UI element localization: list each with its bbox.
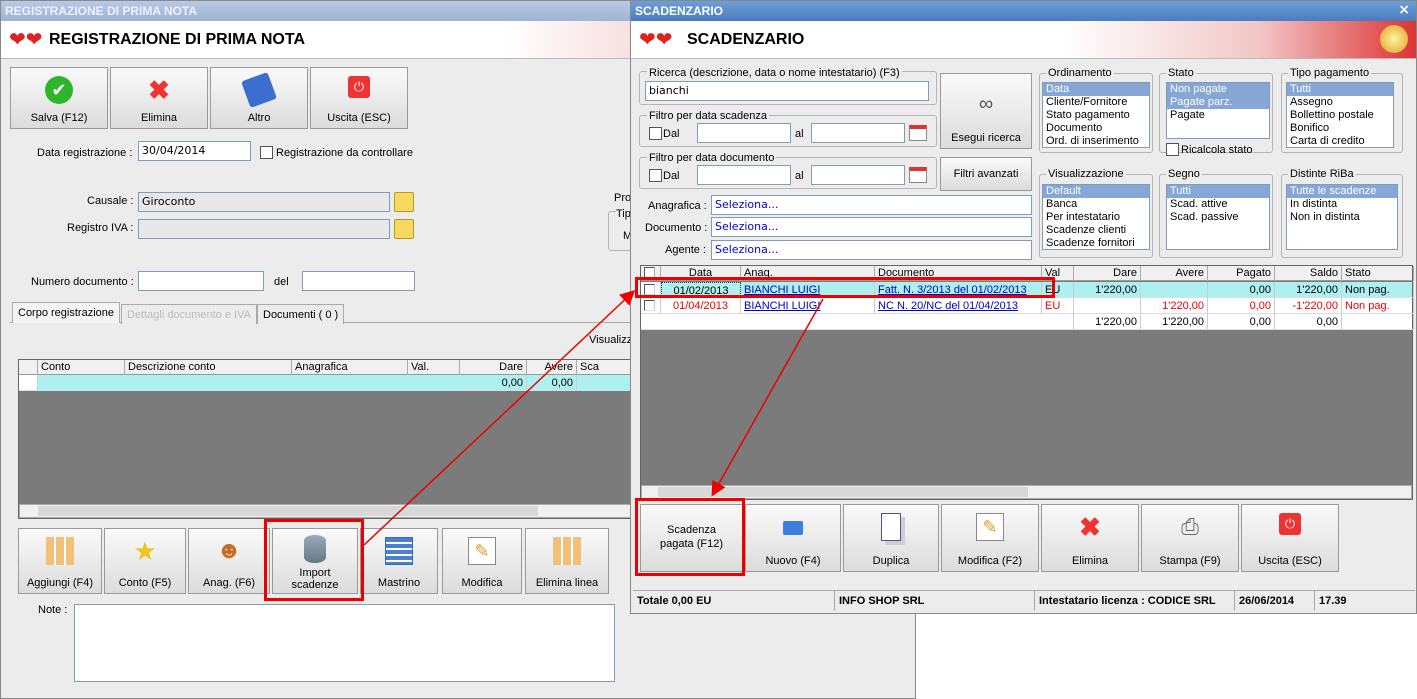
annotation-arrows (363, 289, 824, 546)
